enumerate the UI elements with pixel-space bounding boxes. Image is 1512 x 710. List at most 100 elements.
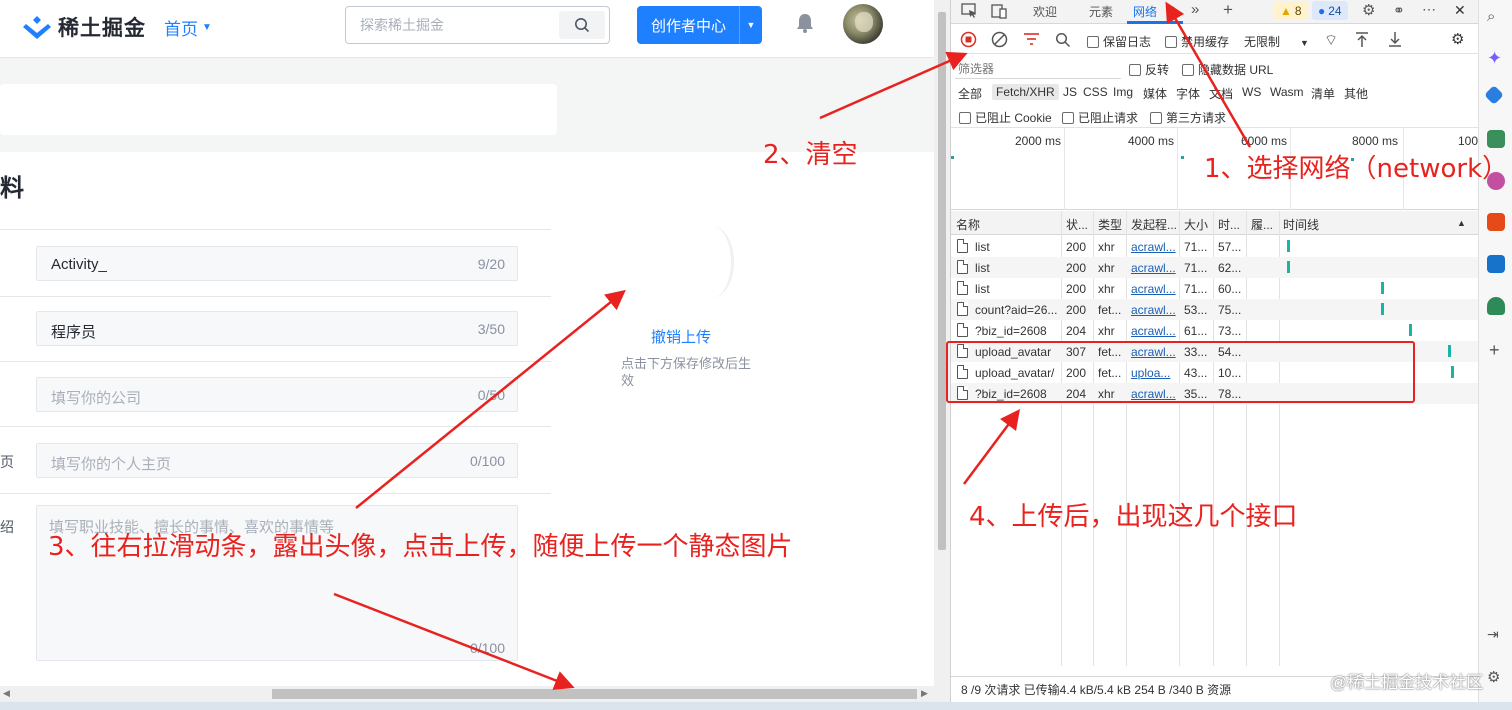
col-initiator[interactable]: 发起程... <box>1131 216 1177 233</box>
type-doc[interactable]: 文档 <box>1205 84 1237 103</box>
search-button[interactable] <box>559 11 605 39</box>
more-tabs-icon[interactable]: » <box>1191 1 1199 18</box>
type-css[interactable]: CSS <box>1079 84 1112 100</box>
tab-network[interactable]: 网络 <box>1133 3 1157 20</box>
scroll-right-icon[interactable]: ▶ <box>921 688 928 699</box>
username-field[interactable]: Activity_ 9/20 <box>36 246 518 281</box>
cell-initiator[interactable]: acrawl... <box>1131 240 1177 254</box>
tools-icon[interactable] <box>1487 130 1505 148</box>
watermark: @稀土掘金技术社区 <box>1330 673 1484 692</box>
type-wasm[interactable]: Wasm <box>1266 84 1308 100</box>
sort-up-icon[interactable]: ▲ <box>1457 218 1466 228</box>
copilot-icon[interactable]: ✦ <box>1487 48 1505 68</box>
network-conditions-icon[interactable]: ⌔ <box>1324 31 1338 50</box>
undo-upload-link[interactable]: 撤销上传 <box>651 326 711 347</box>
sidebar-toggle-icon[interactable]: ⇥ <box>1487 626 1505 644</box>
type-all[interactable]: 全部 <box>954 84 986 103</box>
cell-initiator[interactable]: acrawl... <box>1131 303 1177 317</box>
filter-input[interactable] <box>955 59 1121 79</box>
device-toolbar-icon[interactable] <box>991 3 1008 19</box>
type-js[interactable]: JS <box>1059 84 1081 100</box>
third-party-checkbox[interactable]: 第三方请求 <box>1150 109 1226 126</box>
horizontal-scroll-thumb[interactable] <box>272 689 917 699</box>
filter-icon[interactable] <box>1023 32 1040 47</box>
clear-icon[interactable] <box>991 31 1008 48</box>
inspect-icon[interactable] <box>961 3 978 19</box>
creator-center-button[interactable]: 创作者中心 ▼ <box>637 6 762 44</box>
caret-down-icon[interactable]: ▼ <box>739 6 762 44</box>
download-har-icon[interactable] <box>1388 31 1402 48</box>
nav-home-dropdown[interactable]: 首页 ▼ <box>164 15 212 40</box>
hide-data-url-checkbox[interactable]: 隐藏数据 URL <box>1182 61 1273 78</box>
type-ws[interactable]: WS <box>1238 84 1265 100</box>
search-input[interactable] <box>347 8 557 42</box>
col-fulfilled[interactable]: 履... <box>1251 216 1273 233</box>
job-title-field[interactable]: 程序员 3/50 <box>36 311 518 346</box>
invert-label: 反转 <box>1145 63 1170 77</box>
search-icon[interactable]: ⌕ <box>1487 8 1505 26</box>
preserve-log-checkbox[interactable]: 保留日志 <box>1087 33 1151 50</box>
cell-initiator[interactable]: acrawl... <box>1131 282 1177 296</box>
blocked-cookies-checkbox[interactable]: 已阻止 Cookie <box>959 109 1052 126</box>
horizontal-scrollbar[interactable]: ◀ ▶ <box>0 686 934 702</box>
settings-gear-icon[interactable]: ⚙ <box>1362 1 1375 19</box>
cell-initiator[interactable]: acrawl... <box>1131 261 1177 275</box>
throttle-select[interactable]: 无限制 ▼ <box>1244 33 1309 50</box>
cell-time: 62... <box>1218 261 1242 275</box>
messages-badge[interactable]: ● 24 <box>1312 1 1348 20</box>
type-img[interactable]: Img <box>1109 84 1137 100</box>
request-row[interactable]: list 200 xhr acrawl... 71... 62... <box>951 257 1479 278</box>
close-tab-icon[interactable]: ✕ <box>1165 3 1176 19</box>
type-font[interactable]: 字体 <box>1172 84 1204 103</box>
company-field[interactable]: 填写你的公司 0/50 <box>36 377 518 412</box>
upload-har-icon[interactable] <box>1355 31 1369 48</box>
shopping-tag-icon[interactable] <box>1484 85 1504 105</box>
checkbox-icon <box>1087 36 1099 48</box>
disable-cache-checkbox[interactable]: 禁用缓存 <box>1165 33 1229 50</box>
avatar-upload-preview[interactable] <box>690 226 734 298</box>
scroll-left-icon[interactable]: ◀ <box>3 688 10 699</box>
homepage-field[interactable]: 填写你的个人主页 0/100 <box>36 443 518 478</box>
blocked-requests-checkbox[interactable]: 已阻止请求 <box>1062 109 1138 126</box>
cell-size: 71... <box>1184 282 1208 296</box>
invert-checkbox[interactable]: 反转 <box>1129 61 1169 78</box>
cell-initiator[interactable]: acrawl... <box>1131 324 1177 338</box>
juejin-logo[interactable]: 稀土掘金 <box>22 12 146 42</box>
col-size[interactable]: 大小 <box>1184 216 1208 233</box>
request-row[interactable]: ?biz_id=2608 204 xhr acrawl... 61... 73... <box>951 320 1479 341</box>
add-icon[interactable]: + <box>1489 340 1507 360</box>
add-tab-icon[interactable]: + <box>1223 0 1233 20</box>
type-manifest[interactable]: 清单 <box>1307 84 1339 103</box>
overview-gridline <box>1064 128 1065 210</box>
tab-welcome[interactable]: 欢迎 <box>1033 3 1057 20</box>
col-status[interactable]: 状... <box>1066 216 1088 233</box>
notification-bell-icon[interactable] <box>794 12 816 39</box>
warnings-badge[interactable]: ▲ 8 <box>1274 1 1308 20</box>
more-options-icon[interactable]: ⋯ <box>1422 1 1436 18</box>
request-row[interactable]: list 200 xhr acrawl... 71... 57... <box>951 236 1479 257</box>
search-icon[interactable] <box>1055 32 1071 48</box>
customize-icon[interactable]: ⚭ <box>1393 2 1405 19</box>
col-type[interactable]: 类型 <box>1098 216 1122 233</box>
request-row[interactable]: count?aid=26... 200 fet... acrawl... 53... 75… <box>951 299 1479 320</box>
type-other[interactable]: 其他 <box>1340 84 1372 103</box>
outlook-icon[interactable] <box>1487 255 1505 273</box>
overview-tick: 6000 ms <box>1241 134 1288 148</box>
request-row[interactable]: list 200 xhr acrawl... 71... 60... <box>951 278 1479 299</box>
tree-icon[interactable] <box>1487 297 1505 315</box>
type-fetch-xhr[interactable]: Fetch/XHR <box>992 84 1059 100</box>
user-avatar[interactable] <box>843 4 883 44</box>
settings-gear-icon[interactable]: ⚙ <box>1487 668 1505 686</box>
col-name[interactable]: 名称 <box>956 216 980 233</box>
cell-name: ?biz_id=2608 <box>975 324 1047 338</box>
record-stop-icon[interactable] <box>960 31 977 48</box>
overview-tick: 2000 ms <box>1015 134 1062 148</box>
close-devtools-icon[interactable]: ✕ <box>1454 2 1466 19</box>
network-settings-gear-icon[interactable]: ⚙ <box>1451 30 1464 48</box>
col-time[interactable]: 时... <box>1218 216 1240 233</box>
office-icon[interactable] <box>1487 213 1505 231</box>
type-media[interactable]: 媒体 <box>1139 84 1171 103</box>
tab-elements[interactable]: 元素 <box>1089 3 1113 20</box>
col-waterfall[interactable]: 时间线 <box>1283 216 1319 233</box>
vertical-scroll-thumb[interactable] <box>938 12 946 550</box>
